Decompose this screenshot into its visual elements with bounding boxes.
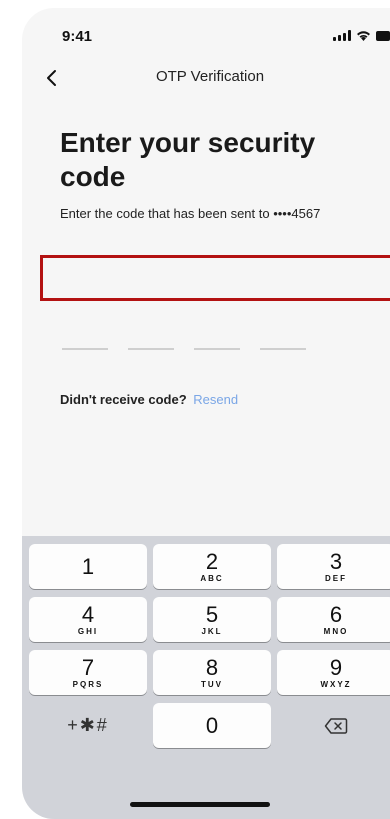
key-number: 6	[329, 601, 343, 627]
symbols-label: +✱#	[67, 715, 109, 735]
key-3[interactable]: 3 DEF	[277, 544, 390, 589]
resend-prompt: Didn't receive code?	[60, 392, 187, 407]
battery-icon	[376, 31, 390, 41]
key-symbols[interactable]: +✱#	[29, 703, 147, 748]
key-letters: JKL	[201, 626, 223, 636]
otp-digit-3[interactable]	[194, 348, 240, 350]
nav-title: OTP Verification	[155, 68, 265, 85]
otp-digit-2[interactable]	[128, 348, 174, 350]
key-number: 8	[205, 654, 219, 680]
otp-digit-4[interactable]	[260, 348, 306, 350]
key-number: 1	[81, 553, 95, 579]
key-number: 9	[329, 654, 343, 680]
phone-screen: 9:41 OTP Verification Enter your securit…	[22, 8, 390, 819]
resend-row: Didn't receive code? Resend	[60, 392, 238, 407]
status-time: 9:41	[62, 28, 93, 45]
resend-link[interactable]: Resend	[193, 392, 238, 407]
key-letters: ABC	[200, 573, 224, 583]
key-8[interactable]: 8 TUV	[153, 650, 271, 695]
page-headline: Enter your security code	[60, 127, 316, 192]
key-9[interactable]: 9 WXYZ	[277, 650, 390, 695]
wifi-icon	[357, 31, 370, 41]
key-letters: WXYZ	[320, 679, 352, 689]
backspace-icon	[324, 717, 348, 734]
key-number: 4	[81, 601, 95, 627]
key-letters: TUV	[201, 679, 223, 689]
home-indicator	[130, 802, 270, 807]
key-number: 2	[205, 548, 219, 574]
key-7[interactable]: 7 PQRS	[29, 650, 147, 695]
key-letters: MNO	[323, 626, 349, 636]
otp-digit-1[interactable]	[62, 348, 108, 350]
status-icons	[333, 30, 390, 41]
key-2[interactable]: 2 ABC	[153, 544, 271, 589]
key-letters: DEF	[325, 573, 347, 583]
key-number: 3	[329, 548, 343, 574]
delete-key[interactable]	[277, 703, 390, 748]
key-letters: PQRS	[72, 679, 104, 689]
key-letters: GHI	[77, 626, 99, 636]
key-0[interactable]: 0	[153, 703, 271, 748]
key-1[interactable]: 1	[29, 544, 147, 589]
key-5[interactable]: 5 JKL	[153, 597, 271, 642]
key-number: 7	[81, 654, 95, 680]
instruction-text: Enter the code that has been sent to •••…	[60, 206, 321, 221]
numeric-keypad: 1 2 ABC 3 DEF 4 GHI 5 JKL 6 MNO 7 PQRS 8…	[22, 536, 390, 819]
key-number: 5	[205, 601, 219, 627]
key-4[interactable]: 4 GHI	[29, 597, 147, 642]
key-6[interactable]: 6 MNO	[277, 597, 390, 642]
otp-highlight-box	[40, 255, 390, 301]
signal-icon	[333, 30, 351, 41]
key-number: 0	[205, 712, 219, 738]
